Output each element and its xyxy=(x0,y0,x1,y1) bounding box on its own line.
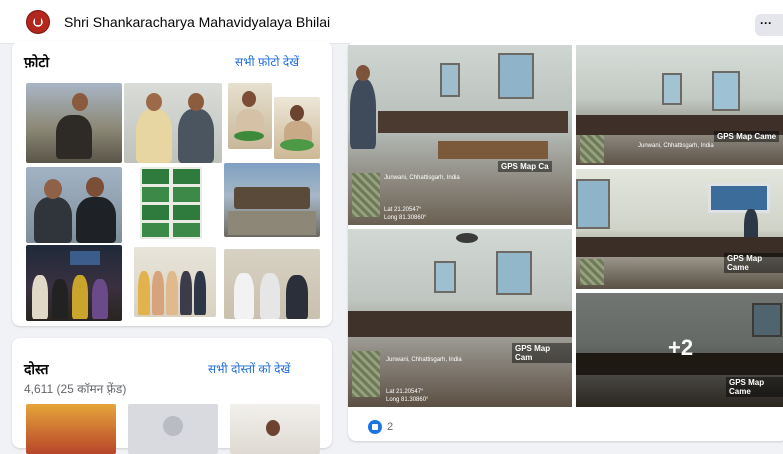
post-photo[interactable]: GPS Map Came Junwani, Chhattisgarh, Indi… xyxy=(576,45,783,165)
photo-thumbnail[interactable] xyxy=(224,249,320,319)
post-card: GPS Map Ca Junwani, Chhattisgarh, India … xyxy=(348,41,783,441)
photo-thumbnail[interactable] xyxy=(26,245,122,321)
photo-thumbnail[interactable] xyxy=(134,247,216,317)
reaction-count[interactable]: 2 xyxy=(387,421,393,433)
gps-map-camera-label: GPS Map Came xyxy=(726,377,783,397)
more-photos-tile[interactable]: GPS Map Came +2 xyxy=(576,293,783,407)
gps-map-camera-label: GPS Map Cam xyxy=(512,343,572,363)
friend-photo[interactable] xyxy=(26,404,116,454)
more-options-button[interactable]: ··· xyxy=(755,14,783,36)
more-photos-count: +2 xyxy=(668,335,694,360)
gps-location-text: Junwani, Chhattisgarh, India xyxy=(638,143,714,149)
college-seal-icon[interactable] xyxy=(26,10,50,34)
gps-location-text: Junwani, Chhattisgarh, India xyxy=(386,357,462,363)
photo-thumbnail[interactable] xyxy=(26,83,122,163)
post-photo[interactable]: GPS Map Came xyxy=(576,169,783,289)
gps-long-text: Long 81.30860° xyxy=(384,215,427,221)
page-header: Shri Shankaracharya Mahavidyalaya Bhilai… xyxy=(0,0,783,44)
gps-lat-text: Lat 21.20547° xyxy=(386,389,424,395)
photo-thumbnail[interactable] xyxy=(124,83,222,163)
photo-thumbnail[interactable] xyxy=(26,167,122,243)
friends-card: दोस्त सभी दोस्तों को देखें 4,611 (25 कॉम… xyxy=(12,338,332,454)
photos-card: फ़ोटो सभी फ़ोटो देखें xyxy=(12,41,332,326)
photo-thumbnail[interactable] xyxy=(228,83,272,149)
gps-map-camera-label: GPS Map Ca xyxy=(498,161,552,172)
photo-thumbnail[interactable] xyxy=(140,167,202,239)
gps-map-camera-label: GPS Map Came xyxy=(714,131,780,142)
see-all-friends-link[interactable]: सभी दोस्तों को देखें xyxy=(208,360,290,377)
like-icon[interactable] xyxy=(368,420,382,434)
post-photo[interactable]: GPS Map Ca Junwani, Chhattisgarh, India … xyxy=(348,45,572,225)
photo-thumbnail[interactable] xyxy=(274,97,320,159)
photo-thumbnail[interactable] xyxy=(224,163,320,237)
photos-title: फ़ोटो xyxy=(24,54,50,70)
gps-map-camera-label: GPS Map Came xyxy=(724,253,783,273)
gps-lat-text: Lat 21.20547° xyxy=(384,207,422,213)
post-photo[interactable]: GPS Map Cam Junwani, Chhattisgarh, India… xyxy=(348,229,572,407)
see-all-photos-link[interactable]: सभी फ़ोटो देखें xyxy=(235,53,299,70)
friends-title: दोस्त xyxy=(24,361,49,377)
friends-count: 4,611 (25 कॉमन फ़्रेंड) xyxy=(24,382,127,396)
gps-location-text: Junwani, Chhattisgarh, India xyxy=(384,175,460,181)
friend-photo[interactable] xyxy=(230,404,320,454)
friend-photo[interactable] xyxy=(128,404,218,454)
gps-long-text: Long 81.30860° xyxy=(386,397,429,403)
page-title[interactable]: Shri Shankaracharya Mahavidyalaya Bhilai xyxy=(64,14,330,30)
